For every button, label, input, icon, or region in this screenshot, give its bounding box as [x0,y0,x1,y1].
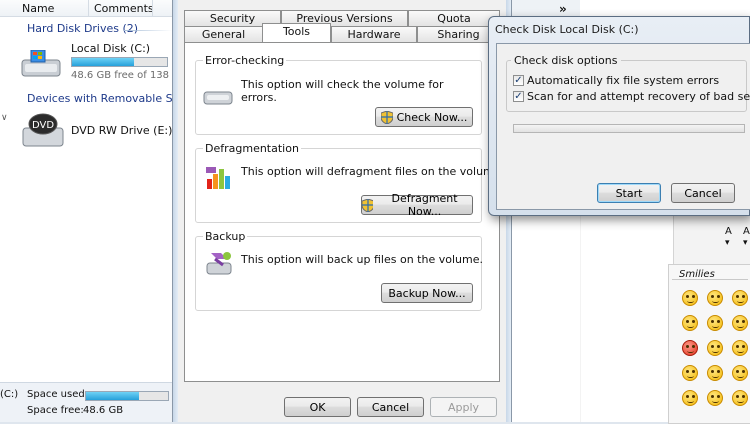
check-now-button[interactable]: Check Now... [375,107,473,127]
explorer-window: Name Comments Hard Disk Drives (2) Local… [0,0,173,422]
smiley-icon[interactable] [682,290,698,306]
defrag-icon [206,167,230,189]
smiley-icon[interactable] [732,315,748,331]
error-checking-text-2: errors. [241,91,277,104]
check-disk-progress-bar [513,124,745,133]
local-disk-usage-fill [72,58,134,66]
dvd-icon-label: DVD [32,120,54,131]
angry-smiley-icon[interactable] [682,340,698,356]
shield-icon [362,198,374,212]
drive-item-dvd[interactable]: DVD DVD RW Drive (E:) [20,108,173,152]
smiley-icon[interactable] [732,290,748,306]
smiley-icon[interactable] [682,315,698,331]
tab-hardware[interactable]: Hardware [331,26,417,42]
status-free-value: 48.6 GB [83,405,124,416]
dvd-drive-name: DVD RW Drive (E:) [71,124,173,137]
smiley-icon[interactable] [707,390,723,406]
group-hard-disk-drives[interactable]: Hard Disk Drives (2) [27,22,138,35]
tab-general[interactable]: General [184,26,263,42]
ok-button[interactable]: OK [284,397,351,417]
backup-text: This option will back up files on the vo… [241,253,483,266]
smiley-icon[interactable] [707,365,723,381]
smiley-icon[interactable] [732,340,748,356]
cancel-button[interactable]: Cancel [357,397,424,417]
status-free-label: Space free: [27,405,84,416]
fix-errors-checkbox[interactable]: ✓ [513,75,524,86]
dropdown-arrow-icon-2[interactable]: ▾ [743,238,748,248]
hard-drive-icon [21,50,61,77]
smiley-icon[interactable] [707,290,723,306]
scan-sectors-label[interactable]: Scan for and attempt recovery of bad sec… [527,90,750,103]
defragment-now-label: Defragment Now... [391,192,458,218]
font-format-icon-2[interactable]: A [743,226,750,237]
start-button[interactable]: Start [597,183,661,203]
disk-properties-dialog: Security Previous Versions Quota General… [172,0,512,422]
error-checking-title: Error-checking [203,54,287,67]
column-header-name[interactable]: Name [22,2,54,15]
check-disk-options-title: Check disk options [511,54,621,67]
backup-icon [206,252,232,275]
toolbar-chevron-icon[interactable]: » [559,2,567,16]
defrag-title: Defragmentation [203,142,301,155]
dropdown-arrow-icon[interactable]: ▾ [725,238,730,248]
expand-arrow-icon[interactable]: ∨ [1,113,8,123]
status-used-label: Space used: [27,389,89,400]
check-disk-cancel-button[interactable]: Cancel [671,183,735,203]
dvd-drive-icon: DVD [22,113,64,147]
column-header-bar: Name Comments [0,0,172,17]
tab-quota[interactable]: Quota [408,10,500,26]
smiley-icon[interactable] [732,365,748,381]
smiley-icon[interactable] [707,315,723,331]
defrag-text: This option will defragment files on the… [241,165,505,178]
check-now-label: Check Now... [396,110,468,124]
tools-tab-panel: Error-checking This option will check th… [184,42,504,382]
tab-tools[interactable]: Tools [262,23,331,42]
backup-now-label: Backup Now... [388,286,466,300]
backup-title: Backup [203,230,248,243]
shield-icon [380,110,393,124]
disk-check-icon [203,91,233,105]
backup-now-button[interactable]: Backup Now... [381,283,473,303]
explorer-details-pane: (C:) Space used: Space free: 48.6 GB [0,382,172,422]
scan-sectors-checkbox[interactable]: ✓ [513,91,524,102]
group-removable-storage[interactable]: Devices with Removable Storage [27,92,172,105]
font-format-icon[interactable]: A [725,226,732,237]
smiley-icon[interactable] [682,365,698,381]
local-disk-name: Local Disk (C:) [71,42,151,55]
check-disk-client: Check disk options ✓ Automatically fix f… [496,43,750,210]
drive-item-local-disk[interactable]: Local Disk (C:) 48.6 GB free of 138 GB [20,40,172,84]
error-checking-text-1: This option will check the volume for [241,78,444,91]
defragment-now-button[interactable]: Defragment Now... [361,192,473,218]
smiley-icon[interactable] [682,390,698,406]
fix-errors-label[interactable]: Automatically fix file system errors [527,74,719,87]
check-disk-dialog: Check Disk Local Disk (C:) Check disk op… [488,16,750,216]
status-usage-bar [85,391,169,401]
apply-button[interactable]: Apply [430,397,497,417]
smiley-icon[interactable] [732,390,748,406]
local-disk-free-text: 48.6 GB free of 138 GB [71,70,172,81]
status-drive-label: (C:) [0,389,19,400]
status-usage-fill [86,392,140,400]
check-disk-title: Check Disk Local Disk (C:) [495,23,639,36]
local-disk-usage-bar [71,57,168,67]
column-header-comments[interactable]: Comments [94,2,154,15]
smiley-icon[interactable] [707,340,723,356]
